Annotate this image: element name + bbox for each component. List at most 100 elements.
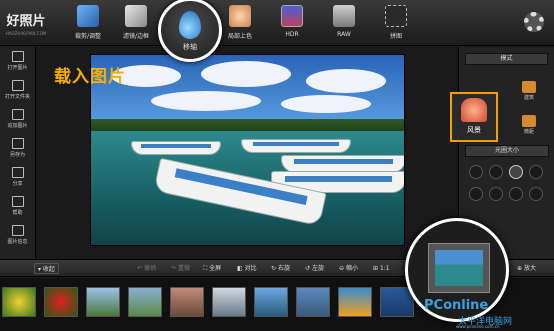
open-image-button[interactable]: 打开图片 [0, 51, 35, 76]
aperture-header: 光圈大小 [465, 145, 549, 157]
filter-tool-button[interactable]: 滤镜/边框 [112, 2, 160, 44]
micro-label: 微距 [523, 129, 534, 135]
thumbnail[interactable] [2, 287, 36, 317]
colorize-icon [229, 5, 251, 27]
hdr-tool-button[interactable]: HDR [268, 2, 316, 44]
thumbnail[interactable] [296, 287, 330, 317]
layout-tool-label: 拼图 [389, 33, 402, 40]
open-folder-button[interactable]: 打开文件夹 [0, 80, 35, 105]
save-as-button[interactable]: 另存为 [0, 138, 35, 163]
logo-subtitle: HAOZHAOPIAN.COM [5, 31, 47, 36]
app-logo: 好照片 HAOZHAOPIAN.COM [4, 4, 48, 42]
add-image-button[interactable]: 追加图片 [0, 109, 35, 134]
collapse-label: 收起 [42, 266, 55, 273]
thumbnail[interactable] [128, 287, 162, 317]
aperture-option[interactable] [469, 187, 483, 201]
aperture-option[interactable] [489, 187, 503, 201]
zoom-out-button[interactable]: ⊖ 缩小 [336, 263, 361, 274]
fullscreen-label: 全屏 [209, 265, 222, 272]
photo-boat [131, 141, 221, 155]
gear-icon[interactable] [524, 12, 544, 32]
photo-cloud [281, 95, 371, 113]
hdr-icon [281, 5, 303, 27]
photo-cloud [201, 61, 291, 87]
filter-tool-label: 滤镜/边框 [122, 33, 150, 40]
undo-label: 撤销 [143, 265, 156, 272]
zoom-in-button[interactable]: ⊕ 放大 [514, 263, 539, 274]
tilt-shift-tool-button[interactable]: 移轴 [158, 0, 222, 62]
raw-tool-label: RAW [337, 31, 351, 38]
image-info-button[interactable]: 图片信息 [0, 225, 35, 250]
colorize-tool-label: 局部上色 [227, 33, 252, 40]
aperture-option[interactable] [469, 165, 483, 179]
collage-icon [385, 5, 407, 27]
share-icon [11, 167, 24, 178]
share-button[interactable]: 分享 [0, 167, 35, 192]
rotate-right-label: 右旋 [277, 265, 290, 272]
left-sidebar: 打开图片 打开文件夹 追加图片 另存为 分享 帮助 图片信息 [0, 47, 36, 259]
open-folder-label: 打开文件夹 [4, 94, 30, 100]
tree-icon [461, 98, 487, 122]
aperture-option[interactable] [529, 165, 543, 179]
aperture-option[interactable] [509, 187, 523, 201]
image-info-label: 图片信息 [7, 239, 28, 245]
colorize-tool-button[interactable]: 局部上色 [216, 2, 264, 44]
logo-title: 好照片 [6, 14, 46, 29]
collapse-button[interactable]: ▾ 收起 [34, 263, 59, 274]
redo-button[interactable]: ↷ 重做 [168, 263, 193, 274]
rotate-left-button[interactable]: ↺ 左旋 [302, 263, 327, 274]
rotate-left-label: 左旋 [311, 265, 324, 272]
layout-tool-button[interactable]: 拼图 [372, 2, 420, 44]
navigator-preview[interactable] [428, 243, 490, 293]
top-toolbar: 好照片 HAOZHAOPIAN.COM 裁剪/调整 滤镜/边框 移轴 局部上色 … [0, 0, 554, 62]
mode-header: 模式 [465, 53, 548, 65]
actual-size-label: 1:1 [379, 265, 390, 272]
photo-cloud [306, 69, 386, 93]
redo-label: 重做 [177, 265, 190, 272]
question-icon [11, 196, 24, 207]
thumbnail[interactable] [338, 287, 372, 317]
aperture-option[interactable] [529, 187, 543, 201]
tilt-shift-tool-label: 移轴 [183, 43, 197, 51]
thumbnail[interactable] [254, 287, 288, 317]
navigator-image [435, 250, 483, 286]
micro-mode-button[interactable]: 微距 [515, 115, 543, 135]
actual-size-button[interactable]: ⊞ 1:1 [370, 263, 393, 274]
building-label: 建筑 [523, 95, 534, 101]
add-image-label: 追加图片 [7, 123, 28, 129]
zoom-in-label: 放大 [523, 265, 536, 272]
thumbnail[interactable] [44, 287, 78, 317]
filter-icon [125, 5, 147, 27]
building-mode-button[interactable]: 建筑 [515, 81, 543, 101]
landscape-mode-button[interactable]: 风景 [450, 92, 498, 142]
fullscreen-button[interactable]: ⛶ 全屏 [200, 263, 224, 274]
info-icon [11, 225, 24, 236]
building-icon [522, 81, 536, 93]
thumbnail[interactable] [212, 287, 246, 317]
aperture-option-selected[interactable] [509, 165, 523, 179]
photo-canvas[interactable] [90, 54, 405, 246]
save-icon [11, 138, 24, 149]
aperture-option[interactable] [489, 165, 503, 179]
help-label: 帮助 [12, 210, 23, 216]
zoom-out-label: 缩小 [345, 265, 358, 272]
undo-button[interactable]: ↶ 撤销 [134, 263, 159, 274]
load-image-title: 载入图片 [54, 67, 126, 87]
watermark-url: www.pconline.com.cn [456, 324, 500, 329]
help-button[interactable]: 帮助 [0, 196, 35, 221]
compare-button[interactable]: ◧ 对比 [234, 263, 260, 274]
raw-tool-button[interactable]: RAW [320, 2, 368, 44]
crop-tool-button[interactable]: 裁剪/调整 [64, 2, 112, 44]
rotate-right-button[interactable]: ↻ 右旋 [268, 263, 293, 274]
photo-cloud [151, 91, 261, 111]
folder-icon [11, 51, 24, 62]
crop-icon [77, 5, 99, 27]
save-as-label: 另存为 [9, 152, 25, 158]
folder-open-icon [11, 80, 24, 91]
share-label: 分享 [12, 181, 23, 187]
thumbnail[interactable] [170, 287, 204, 317]
camera-icon [333, 5, 355, 27]
hdr-tool-label: HDR [285, 31, 299, 38]
compare-label: 对比 [244, 265, 257, 272]
thumbnail[interactable] [86, 287, 120, 317]
